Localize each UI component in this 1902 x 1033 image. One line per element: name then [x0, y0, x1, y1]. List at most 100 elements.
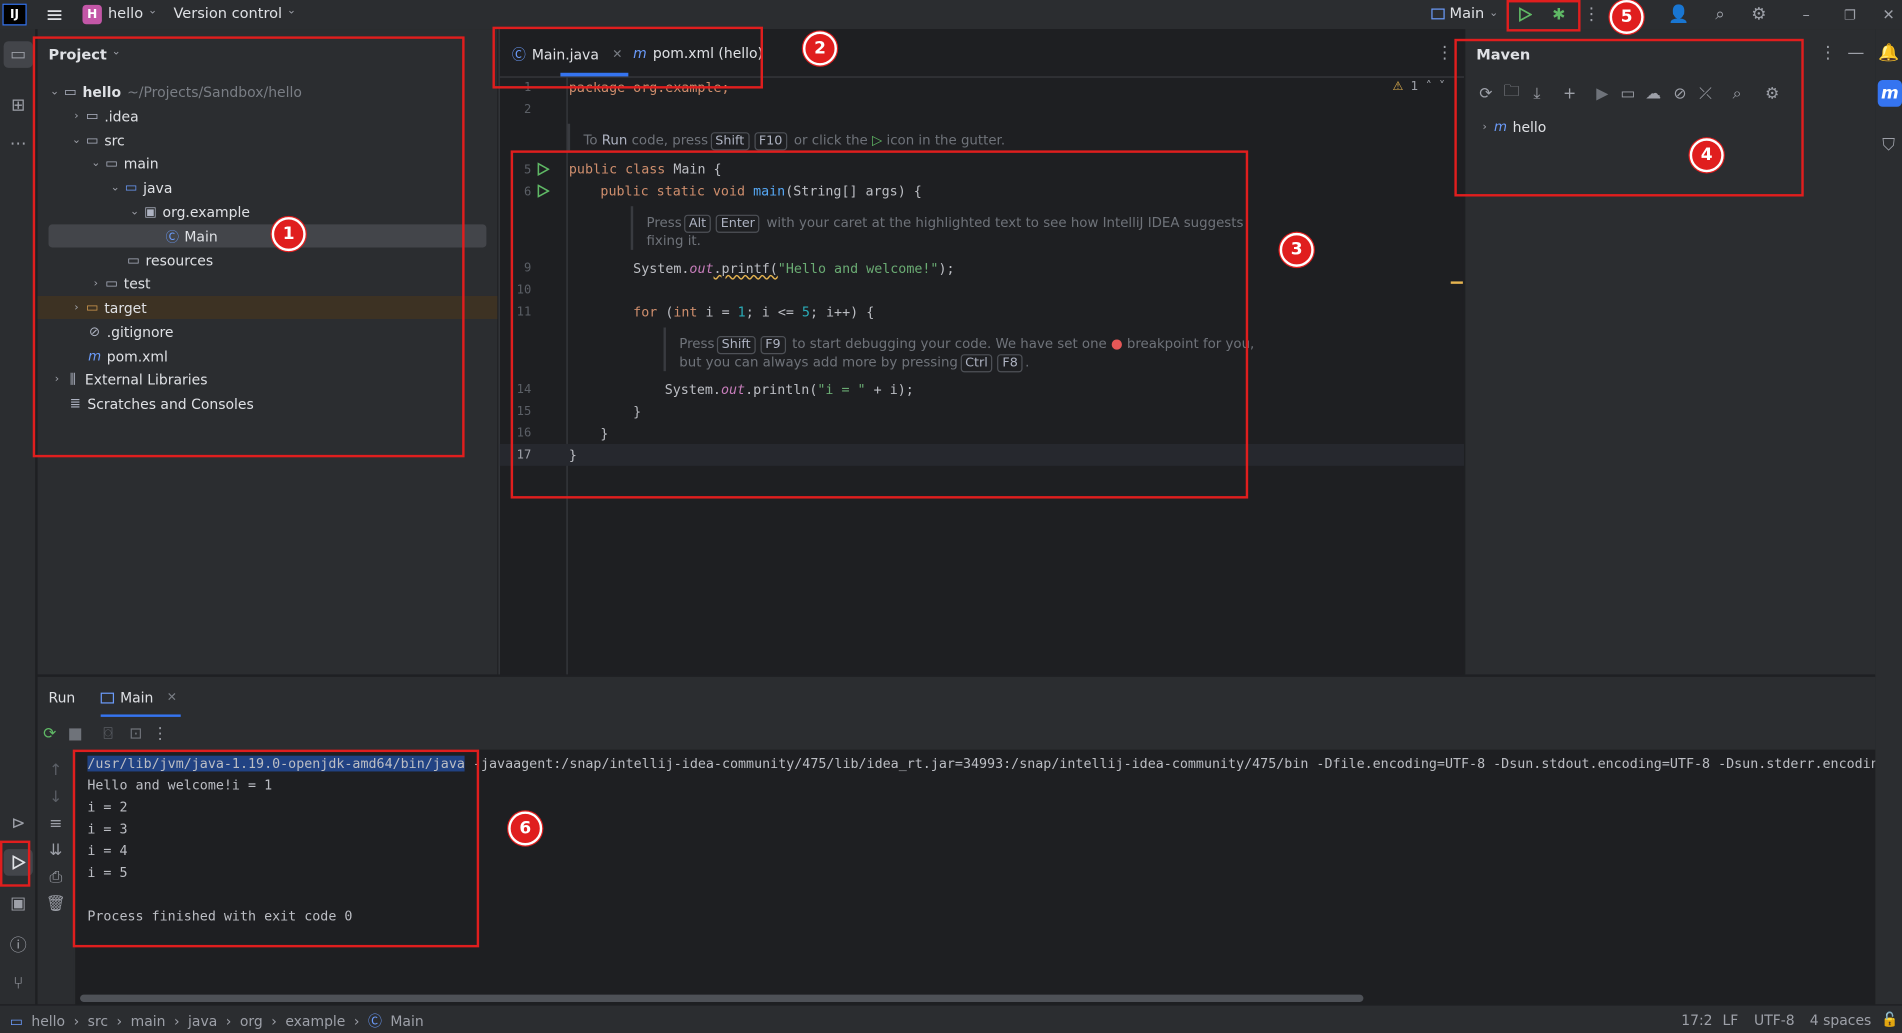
arrow-down-icon[interactable]: ↓ [45, 786, 67, 808]
gutter-run-icon[interactable] [536, 162, 550, 181]
reload-icon[interactable]: ⟳ [1475, 82, 1497, 104]
breadcrumb-item[interactable]: main [131, 1013, 166, 1030]
soft-wrap-icon[interactable]: ≡ [45, 813, 67, 835]
download-icon[interactable]: ⤓ [1526, 82, 1548, 104]
vcs-menu[interactable]: Version control ⌄ [173, 5, 296, 22]
collapse-all-icon[interactable]: ⤫ [1695, 82, 1717, 104]
close-tab-icon[interactable]: ✕ [612, 48, 622, 61]
breadcrumb-item[interactable]: org [240, 1013, 263, 1030]
code-line-15[interactable]: } [633, 404, 641, 420]
debug-icon[interactable]: ✱ [1547, 4, 1571, 26]
tree-item-hello[interactable]: ⌄ ▭ hello ~/Projects/Sandbox/hello [47, 80, 302, 103]
code-line-14[interactable]: System.out.println("i = " + i); [665, 382, 914, 398]
tree-item-main-class[interactable]: Ⓒ Main [164, 224, 218, 247]
tree-item-scratches[interactable]: ≣ Scratches and Consoles [67, 392, 254, 415]
camera-icon[interactable]: ⌼ [97, 723, 119, 745]
offline-icon[interactable]: ☁ [1642, 82, 1664, 104]
services-icon[interactable]: ⊳ [4, 810, 33, 837]
tab-options-icon[interactable]: ⋮ [1436, 44, 1453, 63]
breadcrumb-item[interactable]: Main [390, 1013, 423, 1030]
structure-tool-icon[interactable]: ⊞ [4, 92, 33, 119]
gutter-run-icon[interactable] [536, 184, 550, 202]
project-switcher[interactable]: hello ⌄ [108, 5, 157, 22]
more-actions-icon[interactable]: ⋮ [149, 723, 171, 745]
tree-item-target[interactable]: › ▭ target [69, 296, 147, 319]
coverage-icon[interactable]: ⛉ [1878, 133, 1900, 157]
run-tool-icon[interactable] [3, 849, 33, 876]
inspection-widget[interactable]: ⚠ 1 ˄ ˅ [1393, 80, 1446, 93]
arrow-up-icon[interactable]: ↑ [45, 759, 67, 781]
tree-item-java[interactable]: ⌄ ▭ java [108, 176, 173, 199]
lock-icon[interactable]: 🔓 [1881, 1010, 1898, 1027]
search-icon[interactable]: ⌕ [1708, 4, 1732, 26]
print-icon[interactable]: ⎙ [45, 866, 67, 888]
run-config-selector[interactable]: Main ⌄ [1431, 5, 1498, 22]
project-tool-icon[interactable]: ▭ [3, 41, 33, 68]
maven-tool-icon[interactable]: m [1877, 80, 1902, 107]
restore-layout-icon[interactable]: ⊡ [125, 723, 147, 745]
trash-icon[interactable]: 🗑 [45, 893, 67, 915]
close-tab-icon[interactable]: ✕ [167, 691, 177, 704]
tree-item-main[interactable]: ⌄ ▭ main [89, 152, 158, 175]
breadcrumb-item[interactable]: hello [31, 1013, 65, 1030]
settings-icon[interactable]: ⚙ [1761, 82, 1783, 104]
options-icon[interactable]: ⋮ [1820, 44, 1837, 63]
code-line-9[interactable]: System.out.printf("Hello and welcome!"); [633, 261, 954, 277]
breadcrumb-item[interactable]: java [188, 1013, 217, 1030]
hide-panel-icon[interactable]: — [1846, 44, 1865, 63]
line-separator[interactable]: LF [1722, 1012, 1738, 1029]
tree-item-gitignore[interactable]: ⊘ .gitignore [86, 320, 173, 343]
rerun-icon[interactable]: ⟳ [39, 723, 61, 745]
close-icon[interactable]: ✕ [1878, 4, 1900, 26]
tab-main-java[interactable]: Ⓒ Main.java ✕ [512, 45, 623, 64]
tree-item-pom[interactable]: m pom.xml [86, 344, 168, 367]
tree-item-idea[interactable]: › ▭ .idea [69, 104, 138, 127]
shortcut-key: Ctrl [960, 354, 993, 373]
problems-icon[interactable]: ⓘ [4, 932, 33, 959]
indent-setting[interactable]: 4 spaces [1810, 1012, 1872, 1029]
git-icon[interactable]: ⑂ [4, 970, 33, 997]
maven-project-hello[interactable]: › m hello [1477, 115, 1547, 138]
tree-item-src[interactable]: ⌄ ▭ src [69, 129, 125, 152]
code-line-17[interactable]: } [569, 448, 577, 464]
notifications-icon[interactable]: 🔔 [1878, 41, 1900, 65]
tab-pom-xml[interactable]: m pom.xml (hello) [633, 45, 763, 62]
breadcrumb-item[interactable]: src [88, 1013, 108, 1030]
project-view-selector[interactable]: Project ⌄ [49, 46, 121, 63]
chevron-down-icon: ⌄ [286, 4, 297, 17]
right-toolbar: 🔔 m ⛉ [1875, 29, 1902, 1005]
terminal-icon[interactable]: ▣ [4, 890, 33, 917]
minimize-icon[interactable]: – [1795, 4, 1817, 26]
breadcrumb-item[interactable]: example [285, 1013, 345, 1030]
tree-item-external-libraries[interactable]: › ⫼ External Libraries [50, 368, 208, 391]
gear-icon[interactable]: ⚙ [1747, 4, 1771, 26]
more-actions-icon[interactable]: ⋮ [1583, 4, 1600, 26]
add-project-icon[interactable]: 🗀 [1500, 82, 1522, 104]
analyze-deps-icon[interactable]: ⌕ [1726, 82, 1748, 104]
tree-item-resources[interactable]: ▭ resources [125, 249, 213, 272]
run-tab-main[interactable]: Main ✕ [100, 689, 177, 706]
code-line-16[interactable]: } [600, 426, 608, 442]
tree-item-test[interactable]: › ▭ test [89, 272, 151, 295]
run-goal-icon[interactable]: ▶ [1591, 82, 1613, 104]
code-line-11[interactable]: for (int i = 1; i <= 5; i++) { [633, 304, 874, 320]
restore-icon[interactable]: ❐ [1839, 4, 1861, 26]
code-line-6[interactable]: public static void main(String[] args) { [600, 183, 921, 199]
stop-icon[interactable]: ■ [64, 723, 86, 745]
skip-tests-icon[interactable]: ⊘ [1669, 82, 1691, 104]
more-tools-icon[interactable]: ⋯ [4, 131, 33, 158]
add-icon[interactable]: + [1559, 82, 1581, 104]
code-line-5[interactable]: public class Main { [569, 161, 722, 177]
file-encoding[interactable]: UTF-8 [1754, 1012, 1795, 1029]
scroll-to-end-icon[interactable]: ⇊ [45, 839, 67, 861]
code-line-1[interactable]: package org.example; [569, 80, 730, 96]
run-tab-title[interactable]: Run [49, 689, 76, 706]
main-menu-icon[interactable]: ≡ [41, 2, 68, 27]
console-output[interactable]: /usr/lib/jvm/java-1.19.0-openjdk-amd64/b… [75, 749, 1876, 1006]
run-config-icon[interactable]: ▭ [1617, 82, 1639, 104]
caret-position[interactable]: 17:2 [1681, 1012, 1712, 1029]
run-icon[interactable] [1513, 4, 1537, 26]
tree-item-package[interactable]: ⌄ ▣ org.example [127, 200, 250, 223]
horizontal-scrollbar[interactable] [80, 994, 1364, 1002]
add-user-icon[interactable]: 👤 [1667, 4, 1691, 26]
